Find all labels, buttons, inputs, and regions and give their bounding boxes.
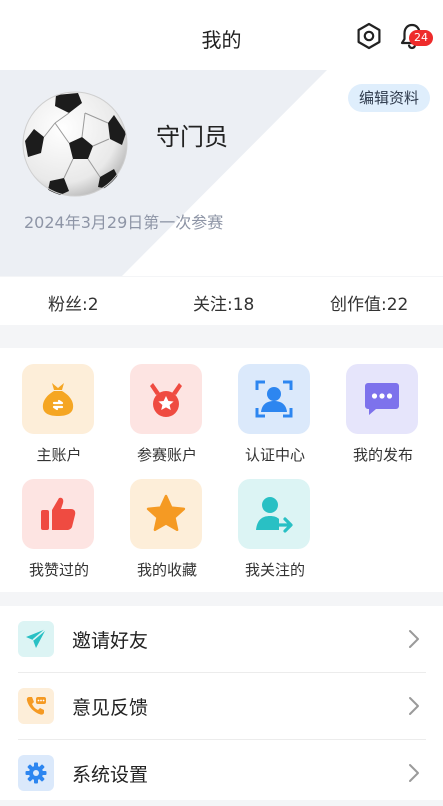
grid-item-favorites[interactable]: 我的收藏 xyxy=(117,463,217,579)
grid-item-label: 主账户 xyxy=(36,446,82,464)
grid-item-main-account[interactable]: 主账户 xyxy=(9,348,109,464)
star-icon xyxy=(146,494,186,532)
user-follow-icon xyxy=(256,497,293,533)
menu-item-label: 系统设置 xyxy=(72,764,149,786)
grid-item-following[interactable]: 我关注的 xyxy=(225,463,325,579)
top-bar: 我的 24 xyxy=(0,0,443,70)
grid-item-label: 我赞过的 xyxy=(28,561,89,579)
function-grid: 主账户 参赛账户 认证中心 我的发布 我赞过的 我的收藏 我关注的 xyxy=(0,348,443,592)
menu-item-feedback[interactable]: 意见反馈 xyxy=(0,673,443,739)
menu-item-invite-friends[interactable]: 邀请好友 xyxy=(0,606,443,672)
chevron-right-icon xyxy=(409,630,419,648)
avatar[interactable] xyxy=(22,91,128,197)
grid-item-liked[interactable]: 我赞过的 xyxy=(9,463,109,579)
join-date-text: 2024年3月29日第一次参赛 xyxy=(24,213,224,232)
creation-value[interactable]: 创作值:22 xyxy=(330,290,408,315)
menu-item-label: 意见反馈 xyxy=(72,697,149,719)
fans-count[interactable]: 粉丝:2 xyxy=(48,290,99,315)
grid-item-label: 参赛账户 xyxy=(136,446,197,464)
notification-badge: 24 xyxy=(409,30,433,46)
money-bag-icon xyxy=(42,383,74,416)
gear-icon xyxy=(25,762,47,784)
user-nickname: 守门员 xyxy=(156,123,228,151)
chat-bubble-icon xyxy=(365,383,399,415)
grid-item-label: 我关注的 xyxy=(244,561,305,579)
face-scan-icon xyxy=(255,380,293,418)
edit-profile-button[interactable]: 编辑资料 xyxy=(348,84,430,112)
chevron-right-icon xyxy=(409,697,419,715)
medal-icon xyxy=(150,383,182,417)
chevron-right-icon xyxy=(409,764,419,782)
settings-hexagon-icon[interactable] xyxy=(353,20,385,52)
stats-bar: 粉丝:2 关注:18 创作值:22 xyxy=(0,277,443,325)
grid-item-competition-account[interactable]: 参赛账户 xyxy=(117,348,217,464)
soccer-ball-icon xyxy=(22,91,128,197)
paper-plane-icon xyxy=(26,628,47,648)
menu-item-label: 邀请好友 xyxy=(72,630,149,652)
profile-card: 守门员 编辑资料 2024年3月29日第一次参赛 xyxy=(0,70,443,276)
grid-item-label: 我的收藏 xyxy=(136,561,197,579)
following-count[interactable]: 关注:18 xyxy=(193,290,254,315)
feedback-phone-icon xyxy=(26,697,46,715)
settings-menu: 邀请好友 意见反馈 系统设置 xyxy=(0,606,443,800)
menu-item-system-settings[interactable]: 系统设置 xyxy=(0,740,443,806)
grid-item-label: 认证中心 xyxy=(244,446,305,464)
grid-item-my-posts[interactable]: 我的发布 xyxy=(333,348,433,464)
grid-item-verification-center[interactable]: 认证中心 xyxy=(225,348,325,464)
thumbs-up-icon xyxy=(41,497,76,530)
grid-item-label: 我的发布 xyxy=(352,446,413,464)
